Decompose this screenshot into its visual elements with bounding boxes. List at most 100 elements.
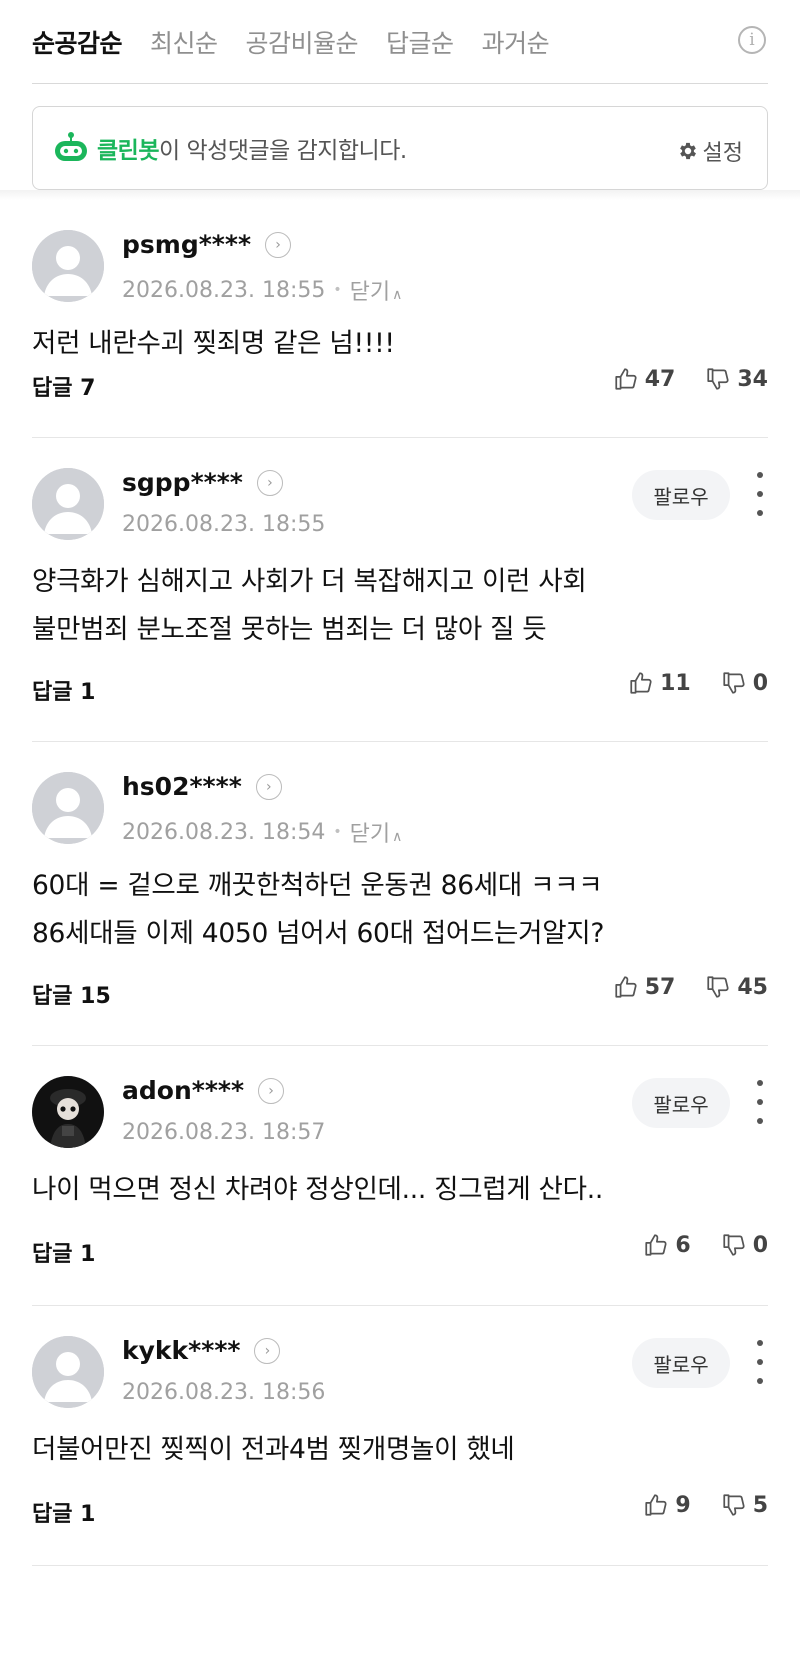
cleanbot-message: 클린봇이 악성댓글을 감지합니다.: [97, 131, 407, 165]
user-line: hs02**** ›: [122, 772, 282, 801]
avatar[interactable]: [32, 772, 104, 844]
comment-meta: 2026.08.23. 18:57: [122, 1120, 325, 1145]
thumbs-down-icon: [723, 1234, 745, 1256]
user-line: kykk**** ›: [122, 1336, 281, 1365]
comment-list: psmg**** › 2026.08.23. 18:55 • 닫기 ∧ 저런 내란수괴 찢죄…: [32, 200, 768, 1566]
username[interactable]: kykk****: [122, 1336, 240, 1365]
like-count: 11: [660, 670, 691, 696]
comment-text: 60대 = 겉으로 깨끗한척하던 운동권 86세대 ㅋㅋㅋ 86세대들 이제 4…: [32, 870, 605, 949]
sort-tab-oldest[interactable]: 과거순: [482, 24, 550, 60]
vote-group: 57 45: [613, 974, 768, 1000]
dislike-button[interactable]: 5: [721, 1492, 768, 1518]
comment-meta: 2026.08.23. 18:55 • 닫기 ∧: [122, 274, 402, 306]
chevron-right-icon[interactable]: ›: [255, 773, 282, 800]
cleanbot-message-text: 이 악성댓글을 감지합니다.: [158, 138, 407, 164]
meta-separator: •: [333, 282, 342, 298]
comment-text: 양극화가 심해지고 사회가 더 복잡해지고 이런 사회 불만범죄 분노조절 못하…: [32, 566, 587, 645]
like-count: 9: [675, 1492, 691, 1518]
thumbs-down-icon: [707, 368, 729, 390]
thumbs-down-icon: [707, 976, 729, 998]
comment-text: 더불어만진 찢찍이 전과4범 찢개명놀이 했네: [32, 1434, 515, 1465]
cleanbot-robot-icon: [55, 132, 87, 161]
dislike-button[interactable]: 45: [705, 974, 768, 1000]
username[interactable]: psmg****: [122, 230, 251, 259]
comment-meta: 2026.08.23. 18:54 • 닫기 ∧: [122, 816, 402, 848]
follow-button[interactable]: 팔로우: [632, 1338, 730, 1388]
timestamp: 2026.08.23. 18:56: [122, 1380, 326, 1405]
vote-group: 11 0: [628, 670, 768, 696]
chevron-up-icon: ∧: [392, 829, 403, 845]
reply-button[interactable]: 답글 1: [32, 1496, 95, 1528]
collapse-link[interactable]: 닫기 ∧: [350, 816, 403, 848]
user-line: sgpp**** ›: [122, 468, 283, 497]
collapse-link[interactable]: 닫기 ∧: [350, 274, 403, 306]
user-line: psmg**** ›: [122, 230, 292, 259]
chevron-right-icon[interactable]: ›: [256, 469, 283, 496]
sort-tab-best[interactable]: 순공감순: [32, 24, 123, 60]
avatar[interactable]: [32, 1076, 104, 1148]
reply-button[interactable]: 답글 15: [32, 978, 111, 1010]
follow-button[interactable]: 팔로우: [632, 1078, 730, 1128]
more-options-icon[interactable]: [752, 1080, 768, 1124]
username[interactable]: hs02****: [122, 772, 242, 801]
thumbs-up-icon: [615, 976, 637, 998]
comment-text: 저런 내란수괴 찢죄명 같은 넘!!!!: [32, 328, 395, 359]
dislike-button[interactable]: 34: [705, 366, 768, 392]
reply-button[interactable]: 답글 7: [32, 370, 95, 402]
sort-bar: 순공감순 최신순 공감비율순 답글순 과거순 i: [32, 0, 768, 84]
thumbs-up-icon: [630, 672, 652, 694]
thumbs-down-icon: [723, 1494, 745, 1516]
collapse-label: 닫기: [349, 822, 391, 847]
avatar[interactable]: [32, 230, 104, 302]
like-count: 6: [675, 1232, 691, 1258]
avatar[interactable]: [32, 1336, 104, 1408]
timestamp: 2026.08.23. 18:55: [122, 277, 326, 303]
like-button[interactable]: 9: [643, 1492, 691, 1518]
cleanbot-banner: 클린봇이 악성댓글을 감지합니다. 설정: [32, 106, 768, 190]
like-button[interactable]: 57: [613, 974, 675, 1000]
sort-tab-latest[interactable]: 최신순: [150, 24, 218, 60]
thumbs-up-icon: [615, 368, 637, 390]
thumbs-up-icon: [645, 1234, 667, 1256]
gear-icon: [679, 142, 696, 160]
follow-button[interactable]: 팔로우: [632, 470, 730, 520]
chevron-right-icon[interactable]: ›: [265, 231, 292, 258]
username[interactable]: adon****: [122, 1076, 244, 1105]
reply-button[interactable]: 답글 1: [32, 674, 95, 706]
comment-item: kykk**** › 2026.08.23. 18:56 팔로우더불어만진 찢찍이 전…: [32, 1306, 768, 1566]
meta-separator: •: [333, 824, 342, 840]
default-avatar-icon: [32, 1336, 104, 1408]
more-options-icon[interactable]: [752, 1340, 768, 1384]
dislike-button[interactable]: 0: [721, 1232, 768, 1258]
collapse-label: 닫기: [349, 280, 391, 305]
cleanbot-brand: 클린봇: [97, 138, 159, 164]
chevron-right-icon[interactable]: ›: [254, 1337, 281, 1364]
avatar[interactable]: [32, 468, 104, 540]
timestamp: 2026.08.23. 18:54: [122, 819, 326, 845]
settings-button[interactable]: 설정: [677, 135, 743, 167]
like-count: 47: [644, 366, 676, 392]
dislike-button[interactable]: 0: [721, 670, 768, 696]
like-button[interactable]: 6: [643, 1232, 691, 1258]
comment-meta: 2026.08.23. 18:55: [122, 512, 325, 537]
profile-photo-avatar: [32, 1076, 104, 1148]
vote-group: 47 34: [613, 366, 768, 392]
banner-shadow: [0, 190, 800, 200]
chevron-up-icon: ∧: [392, 287, 403, 303]
thumbs-down-icon: [723, 672, 745, 694]
timestamp: 2026.08.23. 18:55: [122, 512, 326, 537]
like-button[interactable]: 47: [613, 366, 676, 392]
reply-button[interactable]: 답글 1: [32, 1236, 95, 1268]
thumbs-up-icon: [645, 1494, 667, 1516]
vote-group: 60: [643, 1232, 768, 1258]
sort-tab-replies[interactable]: 답글순: [386, 24, 454, 60]
info-icon[interactable]: i: [738, 26, 766, 54]
chevron-right-icon[interactable]: ›: [258, 1077, 285, 1104]
comment-meta: 2026.08.23. 18:56: [122, 1380, 325, 1405]
username[interactable]: sgpp****: [122, 468, 243, 497]
sort-tab-like-ratio[interactable]: 공감비율순: [246, 24, 359, 60]
dislike-count: 0: [752, 670, 768, 696]
like-button[interactable]: 11: [628, 670, 691, 696]
comment-item: hs02**** › 2026.08.23. 18:54 • 닫기 ∧ 60대 = 겉으로 …: [32, 742, 768, 1046]
more-options-icon[interactable]: [752, 472, 768, 516]
